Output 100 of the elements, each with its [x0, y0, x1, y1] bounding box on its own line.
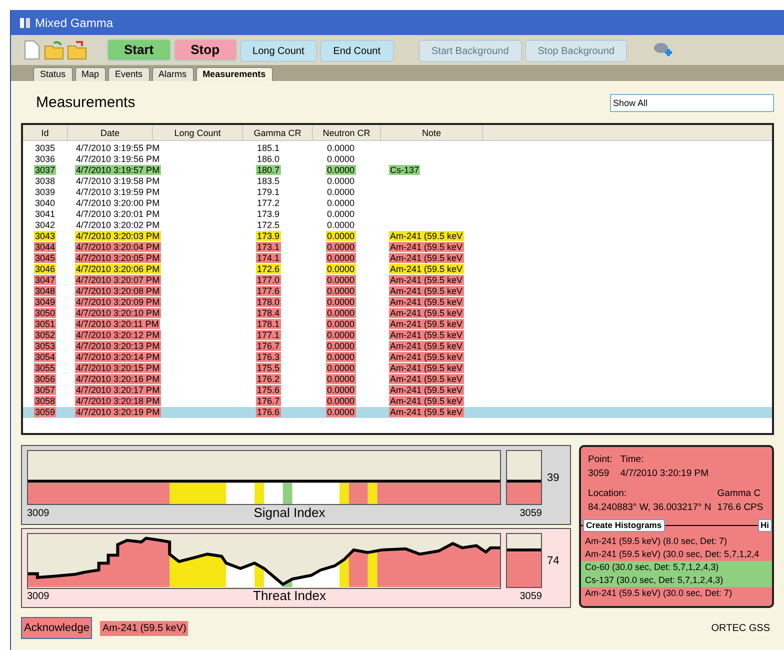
alarm-item[interactable]: Co-60 (30.0 sec, Det: 5,7,1,2,4,3) [581, 561, 772, 574]
acknowledge-button[interactable]: Acknowledge [21, 617, 92, 639]
count-button[interactable]: End Count [320, 40, 394, 62]
table-cell: Am-241 (59.5 keV [389, 385, 464, 395]
table-cell: 0.0000 [326, 407, 356, 417]
table-row[interactable]: 3051 4/7/2010 3:20:11 PM 178.1 0.0000 Am-241 (59.5 keV [23, 319, 772, 330]
table-row[interactable]: 3040 4/7/2010 3:20:00 PM 177.2 0.0000 [23, 198, 772, 209]
table-cell: 183.5 [256, 176, 281, 186]
table-cell: 4/7/2010 3:20:11 PM [75, 319, 160, 329]
table-row[interactable]: 3042 4/7/2010 3:20:02 PM 172.5 0.0000 [23, 220, 772, 231]
table-cell: 0.0000 [326, 264, 356, 274]
table-cell: 4/7/2010 3:20:17 PM [75, 385, 161, 395]
column-header[interactable]: Id [23, 125, 68, 140]
open-folder-icon[interactable] [44, 40, 64, 60]
time-label: Time: [620, 453, 645, 467]
table-cell: 3036 [34, 154, 56, 164]
table-row[interactable]: 3036 4/7/2010 3:19:56 PM 186.0 0.0000 [23, 154, 772, 165]
table-cell: Am-241 (59.5 keV [389, 275, 464, 285]
table-row[interactable]: 3041 4/7/2010 3:20:01 PM 173.9 0.0000 [23, 209, 772, 220]
table-cell: 3045 [34, 253, 56, 263]
table-cell: 4/7/2010 3:20:06 PM [75, 264, 161, 274]
close-folder-icon[interactable] [67, 40, 87, 60]
gamma-label: Gamma C [717, 486, 762, 500]
table-cell: 3046 [34, 264, 56, 274]
filter-dropdown[interactable]: Show All [610, 94, 774, 112]
table-cell: 3049 [34, 297, 56, 307]
table-row[interactable]: 3054 4/7/2010 3:20:14 PM 176.3 0.0000 Am-241 (59.5 keV [23, 352, 772, 363]
table-cell: Am-241 (59.5 keV [389, 242, 464, 252]
tab[interactable]: Alarms [152, 67, 194, 81]
table-cell: 3055 [34, 363, 56, 373]
table-cell: 3043 [34, 231, 56, 241]
table-row[interactable]: 3037 4/7/2010 3:19:57 PM 180.7 0.0000 Cs-137 [23, 165, 772, 176]
table-row[interactable]: 3045 4/7/2010 3:20:05 PM 174.1 0.0000 Am-241 (59.5 keV [23, 253, 772, 264]
histogram-button[interactable]: Hi [758, 518, 772, 532]
table-cell: 176.6 [256, 407, 281, 417]
table-row[interactable]: 3050 4/7/2010 3:20:10 PM 178.4 0.0000 Am-241 (59.5 keV [23, 308, 772, 319]
table-cell: 4/7/2010 3:20:09 PM [75, 297, 161, 307]
alarm-item[interactable]: Cs-137 (30.0 sec, Det: 5,7,1,2,4,3) [581, 574, 772, 587]
table-cell: 0.0000 [326, 242, 356, 252]
column-header[interactable]: Date [68, 125, 153, 140]
location-label: Location: [588, 486, 628, 500]
tab[interactable]: Events [108, 67, 150, 81]
table-row[interactable]: 3056 4/7/2010 3:20:16 PM 176.2 0.0000 Am-241 (59.5 keV [23, 374, 772, 385]
location-value: 84.240883° W, 36.003217° N [588, 500, 712, 515]
table-cell: 0.0000 [326, 198, 356, 208]
stop-button[interactable]: Stop [174, 38, 237, 61]
table-cell: 4/7/2010 3:20:07 PM [75, 275, 161, 285]
table-cell: Am-241 (59.5 keV [389, 330, 464, 340]
table-row[interactable]: 3049 4/7/2010 3:20:09 PM 178.0 0.0000 Am-241 (59.5 keV [23, 297, 772, 308]
count-button[interactable]: Long Count [240, 40, 318, 62]
table-cell: 0.0000 [326, 209, 356, 219]
new-file-icon[interactable] [23, 40, 41, 60]
table-cell: 0.0000 [326, 231, 356, 241]
table-cell: Am-241 (59.5 keV [389, 363, 464, 373]
table-cell: 4/7/2010 3:20:01 PM [75, 209, 161, 219]
table-row[interactable]: 3058 4/7/2010 3:20:18 PM 176.7 0.0000 Am-241 (59.5 keV [23, 396, 772, 407]
table-row[interactable]: 3047 4/7/2010 3:20:07 PM 177.0 0.0000 Am-241 (59.5 keV [23, 275, 772, 286]
signal-index-value: 39 [547, 470, 560, 486]
table-row[interactable]: 3055 4/7/2010 3:20:15 PM 175.5 0.0000 Am-241 (59.5 keV [23, 363, 772, 374]
table-row[interactable]: 3039 4/7/2010 3:19:59 PM 179.1 0.0000 [23, 187, 772, 198]
table-cell: 178.4 [256, 308, 281, 318]
table-cell: Am-241 (59.5 keV [389, 341, 464, 351]
table-cell: 4/7/2010 3:19:57 PM [75, 165, 161, 175]
alarm-status: Am-241 (59.5 keV) [100, 620, 188, 636]
table-row[interactable]: 3059 4/7/2010 3:20:19 PM 176.6 0.0000 Am-241 (59.5 keV [23, 407, 772, 418]
table-cell: 4/7/2010 3:20:03 PM [75, 231, 161, 241]
table-cell: 0.0000 [326, 220, 356, 230]
table-cell: 3037 [34, 165, 56, 175]
tab[interactable]: Map [74, 67, 106, 81]
column-header[interactable]: Neutron CR [313, 125, 381, 140]
column-header[interactable]: Long Count [153, 125, 243, 140]
table-row[interactable]: 3038 4/7/2010 3:19:58 PM 183.5 0.0000 [23, 176, 772, 187]
table-row[interactable]: 3048 4/7/2010 3:20:08 PM 177.6 0.0000 Am-241 (59.5 keV [23, 286, 772, 297]
table-row[interactable]: 3052 4/7/2010 3:20:12 PM 177.1 0.0000 Am-241 (59.5 keV [23, 330, 772, 341]
table-row[interactable]: 3053 4/7/2010 3:20:13 PM 176.7 0.0000 Am-241 (59.5 keV [23, 341, 772, 352]
table-cell: 176.3 [256, 352, 281, 362]
tab[interactable]: Status [33, 67, 73, 81]
table-cell: 3039 [34, 187, 56, 197]
tab[interactable]: Measurements [196, 67, 273, 81]
table-cell: 4/7/2010 3:20:08 PM [75, 286, 161, 296]
table-cell: 0.0000 [326, 374, 356, 384]
create-histograms-button[interactable]: Create Histograms [583, 518, 665, 532]
column-header[interactable]: Gamma CR [243, 125, 313, 140]
table-cell: 3044 [34, 242, 56, 252]
table-row[interactable]: 3057 4/7/2010 3:20:17 PM 175.6 0.0000 Am-241 (59.5 keV [23, 385, 772, 396]
table-cell: 0.0000 [326, 385, 356, 395]
table-cell: 0.0000 [326, 187, 356, 197]
table-row[interactable]: 3046 4/7/2010 3:20:06 PM 172.6 0.0000 Am-241 (59.5 keV [23, 264, 772, 275]
table-cell: 4/7/2010 3:19:58 PM [75, 176, 161, 186]
table-row[interactable]: 3035 4/7/2010 3:19:55 PM 185.1 0.0000 [23, 143, 772, 154]
table-cell: Am-241 (59.5 keV [389, 374, 464, 384]
table-cell: Am-241 (59.5 keV [389, 396, 464, 406]
end-point-label: 3059 [518, 590, 542, 604]
table-row[interactable]: 3043 4/7/2010 3:20:03 PM 173.9 0.0000 Am-241 (59.5 keV [23, 231, 772, 242]
column-header[interactable]: Note [381, 125, 483, 140]
table-cell: 0.0000 [326, 143, 356, 153]
start-button[interactable]: Start [107, 38, 171, 61]
table-row[interactable]: 3044 4/7/2010 3:20:04 PM 173.1 0.0000 Am-241 (59.5 keV [23, 242, 772, 253]
table-cell: 186.0 [256, 154, 281, 164]
gamma-value: 176.6 CPS [717, 500, 764, 515]
